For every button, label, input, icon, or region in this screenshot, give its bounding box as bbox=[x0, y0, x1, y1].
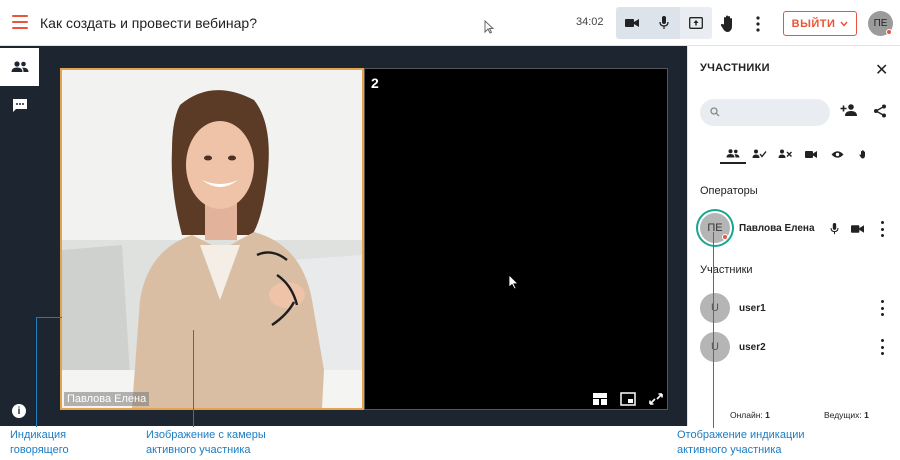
annotation-text: Индикация bbox=[10, 429, 67, 441]
avatar-initials: ПЕ bbox=[873, 18, 888, 29]
annotation-line bbox=[193, 330, 194, 427]
picture-in-picture-icon[interactable] bbox=[620, 392, 636, 406]
speaker-photo-illustration bbox=[62, 70, 362, 408]
camera-toggle-button[interactable] bbox=[616, 7, 648, 39]
fullscreen-icon[interactable] bbox=[648, 392, 664, 406]
screen-share-button[interactable] bbox=[680, 7, 712, 39]
layout-icon[interactable] bbox=[592, 392, 608, 406]
microphone-icon[interactable] bbox=[830, 223, 839, 235]
top-bar: Как создать и провести вебинар? 34:02 ВЫ… bbox=[0, 0, 900, 46]
webinar-title: Как создать и провести вебинар? bbox=[40, 15, 257, 31]
people-icon bbox=[726, 148, 740, 157]
participant-name: Павлова Елена bbox=[739, 223, 815, 234]
hosts-value: 1 bbox=[864, 410, 869, 420]
people-icon bbox=[11, 61, 28, 72]
session-timer: 34:02 bbox=[576, 16, 604, 28]
camera-icon[interactable] bbox=[851, 224, 864, 234]
participant-filters bbox=[720, 144, 900, 166]
filter-all[interactable] bbox=[720, 144, 746, 164]
camera-icon bbox=[805, 150, 817, 158]
annotation-line bbox=[36, 317, 62, 318]
annotation-text: Изображение с камеры bbox=[146, 429, 266, 441]
more-options-icon[interactable] bbox=[879, 300, 885, 316]
filter-camera[interactable] bbox=[798, 144, 824, 164]
more-options-icon[interactable] bbox=[879, 221, 885, 237]
chat-tab[interactable] bbox=[0, 86, 39, 124]
left-rail: i bbox=[0, 46, 39, 426]
annotation-active-display: Отображение индикации активного участник… bbox=[677, 428, 805, 458]
hamburger-menu-icon[interactable] bbox=[12, 15, 28, 29]
more-options-icon[interactable] bbox=[752, 14, 764, 34]
video-tile-2[interactable]: 2 bbox=[364, 68, 668, 410]
status-dot bbox=[886, 29, 892, 35]
close-icon[interactable]: ✕ bbox=[875, 60, 888, 80]
status-dot bbox=[722, 234, 728, 240]
hosts-label: Ведущих: bbox=[824, 410, 862, 420]
search-icon bbox=[710, 107, 720, 117]
avatar: U bbox=[700, 332, 730, 362]
online-label: Онлайн: bbox=[730, 410, 763, 420]
camera-icon bbox=[625, 19, 639, 27]
more-options-icon[interactable] bbox=[879, 339, 885, 355]
speaker-name-tag: Павлова Елена bbox=[64, 392, 150, 406]
annotation-text: Отображение индикации bbox=[677, 429, 805, 441]
people-x-icon bbox=[778, 149, 792, 158]
speaker-camera-image bbox=[62, 70, 362, 408]
raise-hand-icon[interactable] bbox=[718, 14, 738, 34]
filter-approved[interactable] bbox=[746, 144, 772, 164]
annotation-text: активного участника bbox=[677, 444, 782, 456]
annotation-line bbox=[36, 317, 37, 427]
eye-icon bbox=[831, 150, 843, 158]
exit-label: ВЫЙТИ bbox=[791, 17, 836, 30]
participants-heading: Участники bbox=[700, 264, 753, 276]
mouse-cursor-icon bbox=[484, 20, 494, 34]
avatar: ПЕ bbox=[700, 213, 730, 243]
filter-hands-raised[interactable] bbox=[850, 144, 876, 164]
add-user-icon[interactable] bbox=[840, 104, 858, 116]
tile-number: 2 bbox=[371, 75, 379, 91]
chevron-down-icon bbox=[840, 21, 848, 27]
webinar-room: Как создать и провести вебинар? 34:02 ВЫ… bbox=[0, 0, 900, 460]
online-value: 1 bbox=[765, 410, 770, 420]
panel-title: УЧАСТНИКИ bbox=[700, 62, 770, 74]
participants-tab[interactable] bbox=[0, 48, 39, 86]
people-check-icon bbox=[752, 149, 767, 158]
participants-panel: УЧАСТНИКИ ✕ Операторы ПЕ Павлова Елена У… bbox=[687, 46, 900, 426]
participant-name: user2 bbox=[739, 342, 766, 353]
participant-name: user1 bbox=[739, 303, 766, 314]
annotation-text: говорящего bbox=[10, 444, 69, 456]
annotation-text: активного участника bbox=[146, 444, 251, 456]
annotation-camera-image: Изображение с камеры активного участника bbox=[146, 428, 266, 458]
screen-share-icon bbox=[689, 17, 703, 29]
chat-icon bbox=[12, 98, 27, 112]
hosts-count: Ведущих: 1 bbox=[824, 410, 869, 420]
avatar-initials: ПЕ bbox=[707, 222, 723, 234]
online-count: Онлайн: 1 bbox=[730, 410, 770, 420]
media-controls bbox=[616, 7, 712, 39]
mouse-cursor-icon bbox=[508, 274, 519, 290]
user-avatar[interactable]: ПЕ bbox=[868, 11, 893, 36]
share-icon[interactable] bbox=[873, 104, 887, 118]
annotation-line bbox=[713, 232, 714, 428]
annotation-speaker-indicator: Индикация говорящего bbox=[10, 428, 69, 458]
avatar: U bbox=[700, 293, 730, 323]
filter-viewers[interactable] bbox=[824, 144, 850, 164]
microphone-toggle-button[interactable] bbox=[648, 7, 680, 39]
info-icon[interactable]: i bbox=[12, 404, 26, 418]
raise-hand-icon bbox=[859, 149, 865, 158]
exit-button[interactable]: ВЫЙТИ bbox=[783, 11, 857, 36]
filter-removed[interactable] bbox=[772, 144, 798, 164]
active-video-tile[interactable]: Павлова Елена bbox=[60, 68, 364, 410]
operators-heading: Операторы bbox=[700, 185, 758, 197]
microphone-icon bbox=[659, 16, 669, 29]
